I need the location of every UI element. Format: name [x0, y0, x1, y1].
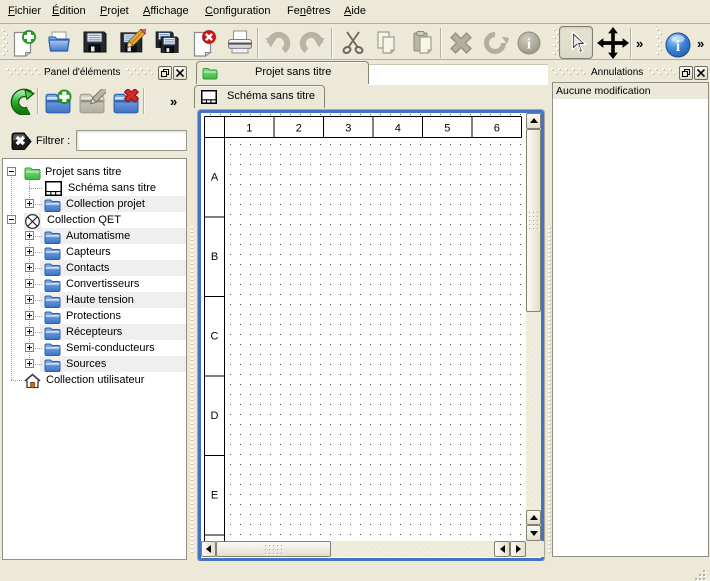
- svg-text:i: i: [676, 38, 681, 55]
- svg-text:4: 4: [394, 122, 400, 134]
- svg-text:2: 2: [295, 122, 301, 134]
- svg-text:3: 3: [345, 122, 351, 134]
- svg-text:D: D: [210, 410, 218, 422]
- svg-text:6: 6: [493, 122, 499, 134]
- svg-text:i: i: [527, 37, 531, 53]
- svg-text:C: C: [210, 330, 218, 342]
- svg-text:B: B: [210, 251, 217, 263]
- svg-text:E: E: [210, 489, 217, 501]
- svg-text:A: A: [210, 171, 218, 183]
- svg-text:5: 5: [444, 122, 450, 134]
- svg-text:1: 1: [246, 122, 252, 134]
